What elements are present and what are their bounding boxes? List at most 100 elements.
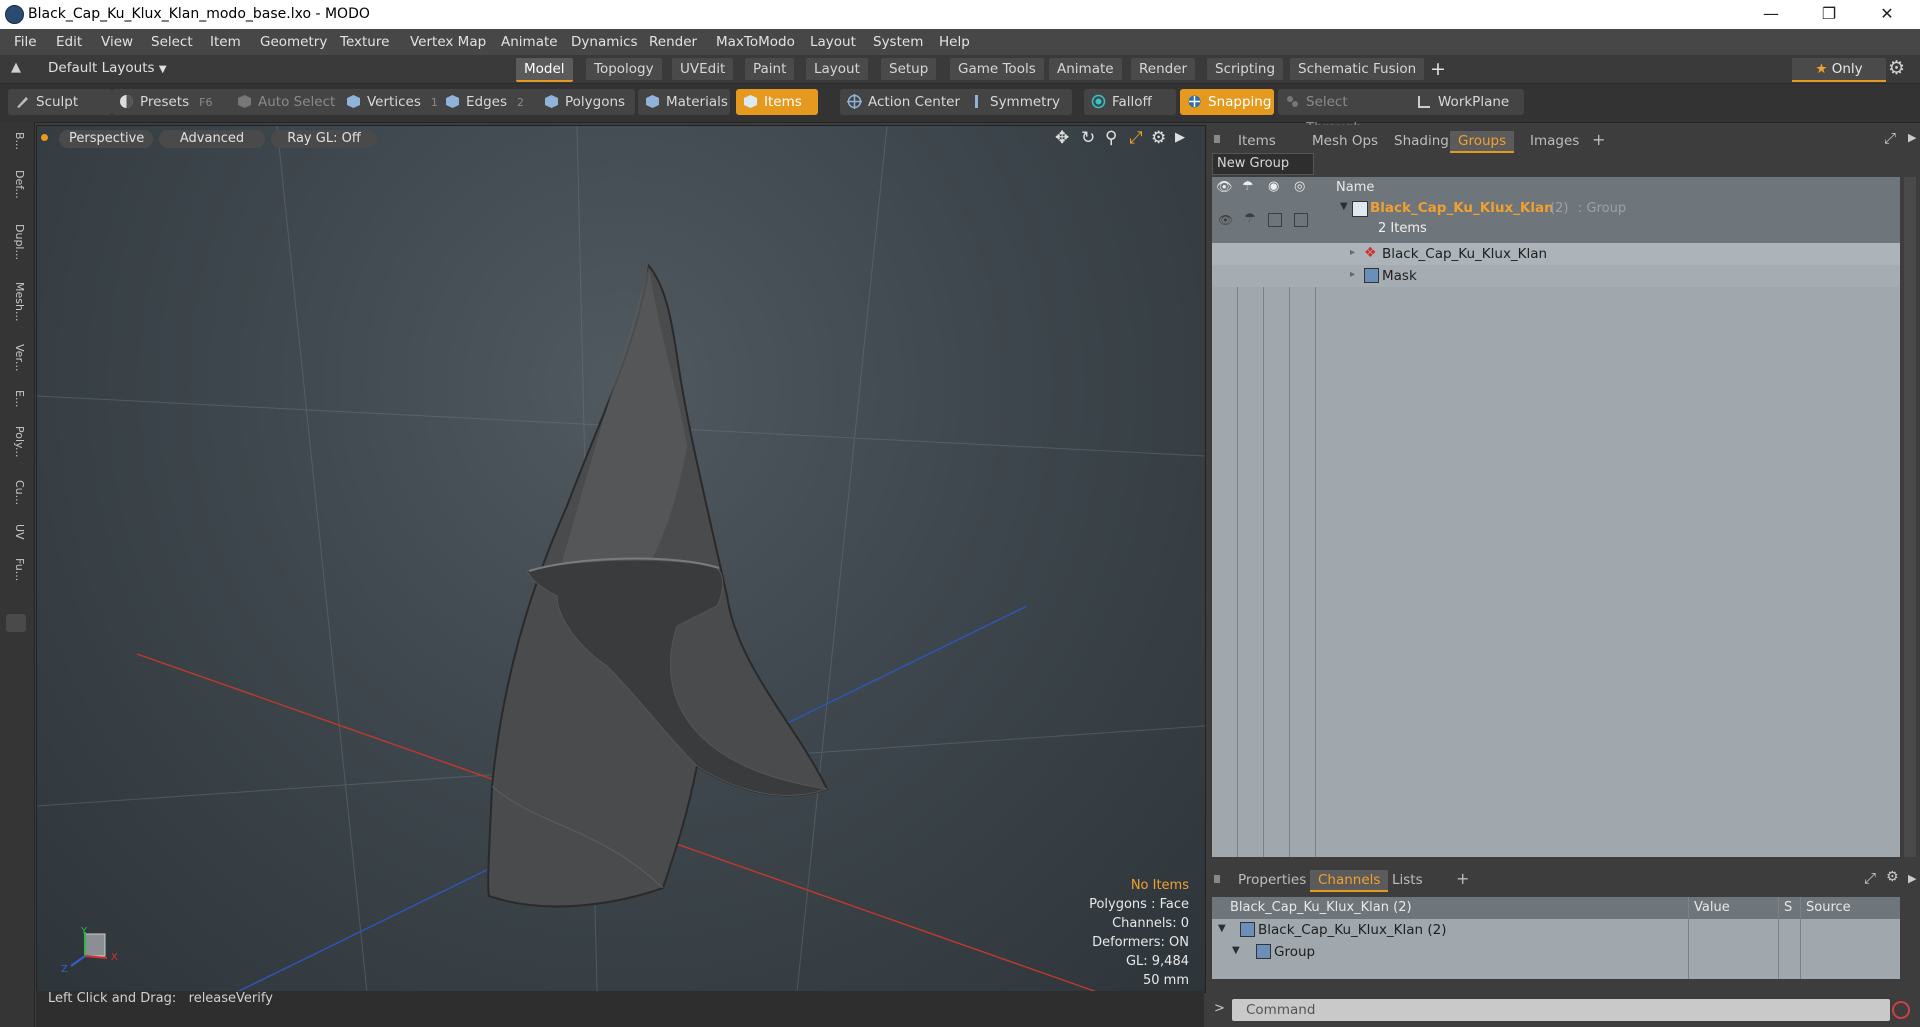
list-item[interactable]: ▸ Mask [1212,265,1900,287]
tab-fusion[interactable]: Fu... [6,558,26,581]
group-select-checkbox[interactable] [1294,213,1308,227]
channels-table[interactable]: Black_Cap_Ku_Klux_Klan (2) Value S Sourc… [1212,897,1900,979]
menu-maxtomodo[interactable]: MaxToModo [716,34,795,50]
add-layout-tab-button[interactable]: + [1430,58,1446,80]
tab-images[interactable]: Images [1522,131,1587,151]
materials-button[interactable]: Materials [638,89,730,115]
snapping-button[interactable]: Snapping [1180,89,1274,115]
tab-groups[interactable]: Groups [1450,131,1515,153]
edges-button[interactable]: Edges 2 [438,89,540,115]
tab-lists[interactable]: Lists [1384,870,1431,890]
tab-duplicate[interactable]: Dupl... [6,224,26,260]
render-icon[interactable]: ☂ [1242,179,1254,194]
command-input[interactable]: Command [1232,999,1890,1021]
tab-game-tools[interactable]: Game Tools [950,58,1044,80]
zoom-icon[interactable]: ⚲ [1105,128,1117,148]
bottom-panel-menu-dot[interactable] [1214,875,1220,883]
menu-layout[interactable]: Layout [810,34,856,50]
tab-mesh-ops[interactable]: Mesh Ops [1304,131,1386,151]
tab-vertex[interactable]: Ver... [6,344,26,371]
tab-layout[interactable]: Layout [806,58,868,80]
tab-render[interactable]: Render [1131,58,1196,80]
expand-bottom-panel-icon[interactable]: ⤢ [1864,869,1876,887]
tab-polygon[interactable]: Poly... [6,426,26,457]
sculpt-button[interactable]: Sculpt [8,89,112,115]
left-strip-toggle[interactable] [6,614,26,632]
panel-menu-dot[interactable] [1214,135,1220,143]
menu-animate[interactable]: Animate [501,34,558,50]
perspective-button[interactable]: Perspective [59,130,153,148]
pan-icon[interactable]: ✥ [1055,128,1069,148]
tab-model[interactable]: Model [516,58,573,82]
close-button[interactable]: ✕ [1858,0,1916,29]
menu-system[interactable]: System [873,34,923,50]
tab-uv[interactable]: UV [6,524,26,540]
group-expand-arrow[interactable]: ▼ [1340,201,1348,212]
only-toggle[interactable]: ★ Only [1792,58,1886,82]
tab-paint[interactable]: Paint [745,58,795,80]
tab-schematic-fusion[interactable]: Schematic Fusion [1290,58,1425,80]
tab-uvedit[interactable]: UVEdit [672,58,734,80]
polygons-button[interactable]: Polygons [537,89,635,115]
expand-arrow-icon[interactable]: ▼ [1232,945,1240,956]
visibility-eye-icon[interactable]: 👁 [1216,180,1233,195]
advanced-button[interactable]: Advanced [159,130,265,148]
record-icon[interactable] [1892,1001,1910,1019]
tab-properties[interactable]: Properties [1230,870,1314,890]
table-row[interactable]: ▼ Group [1212,941,1900,963]
viewport-settings-icon[interactable]: ⚙ [1151,128,1166,148]
raygl-button[interactable]: Ray GL: Off [271,130,377,148]
menu-help[interactable]: Help [939,34,970,50]
layouts-up-icon[interactable]: ▲ [11,60,21,75]
group-row[interactable]: 👁 ☂ ▼ Black_Cap_Ku_Klux_Klan (2) : Group… [1212,199,1900,243]
vertices-button[interactable]: Vertices 1 [339,89,449,115]
minimize-button[interactable]: — [1742,0,1800,29]
list-item[interactable]: ▸ ❖ Black_Cap_Ku_Klux_Klan [1212,243,1900,265]
menu-edit[interactable]: Edit [56,34,82,50]
bottom-panel-more-icon[interactable]: ▶ [1908,872,1916,885]
menu-render[interactable]: Render [649,34,697,50]
viewport-more-icon[interactable]: ▶ [1175,130,1185,145]
select-through-button[interactable]: Select Through [1278,89,1416,136]
presets-button[interactable]: Presets F6 [112,89,234,115]
add-bottom-tab-button[interactable]: + [1456,869,1469,888]
tab-mesh-edit[interactable]: Mesh... [6,282,26,321]
expand-arrow-icon[interactable]: ▼ [1218,923,1226,934]
symmetry-button[interactable]: Symmetry [962,89,1072,115]
menu-item[interactable]: Item [210,34,241,50]
panel-more-icon[interactable]: ▶ [1908,131,1916,144]
3d-viewport[interactable]: Perspective Advanced Ray GL: Off ✥ ↻ ⚲ ⤢… [36,125,1206,993]
tab-items[interactable]: Items [1230,131,1284,151]
groups-scrollbar[interactable] [1904,177,1916,857]
group-visibility-icon[interactable]: 👁 [1218,213,1233,227]
tab-scripting[interactable]: Scripting [1207,58,1284,80]
tab-edge[interactable]: E... [6,390,26,407]
new-group-button[interactable]: New Group [1212,153,1314,175]
maximize-viewport-icon[interactable]: ⤢ [1129,128,1143,148]
bottom-panel-gear-icon[interactable]: ⚙ [1886,869,1899,885]
tab-deform[interactable]: Def... [6,170,26,199]
restore-button[interactable]: ❐ [1800,0,1858,29]
menu-file[interactable]: File [14,34,37,50]
menu-dynamics[interactable]: Dynamics [571,34,638,50]
tab-channels[interactable]: Channels [1310,870,1389,892]
lock-icon[interactable]: ◉ [1268,179,1279,194]
tab-basic[interactable]: B... [6,132,26,150]
tab-shading[interactable]: Shading [1386,131,1457,151]
tab-setup[interactable]: Setup [881,58,937,80]
items-button[interactable]: Items [736,89,818,115]
menu-view[interactable]: View [101,34,133,50]
groups-list[interactable]: 👁 ☂ ◉ ◎ Name 👁 ☂ ▼ Black_Cap_Ku_Klux_Kla… [1212,177,1900,857]
falloff-button[interactable]: Falloff [1084,89,1176,115]
group-lock-checkbox[interactable] [1268,213,1282,227]
viewport-menu-dot[interactable] [41,134,48,141]
workplane-button[interactable]: WorkPlane [1410,89,1524,115]
group-render-icon[interactable]: ☂ [1244,211,1256,226]
menu-geometry[interactable]: Geometry [260,34,327,50]
menu-texture[interactable]: Texture [340,34,389,50]
add-panel-tab-button[interactable]: + [1592,130,1605,149]
tab-topology[interactable]: Topology [586,58,662,80]
tab-curve[interactable]: Cu... [6,480,26,505]
menu-select[interactable]: Select [151,34,193,50]
tab-animate[interactable]: Animate [1049,58,1122,80]
